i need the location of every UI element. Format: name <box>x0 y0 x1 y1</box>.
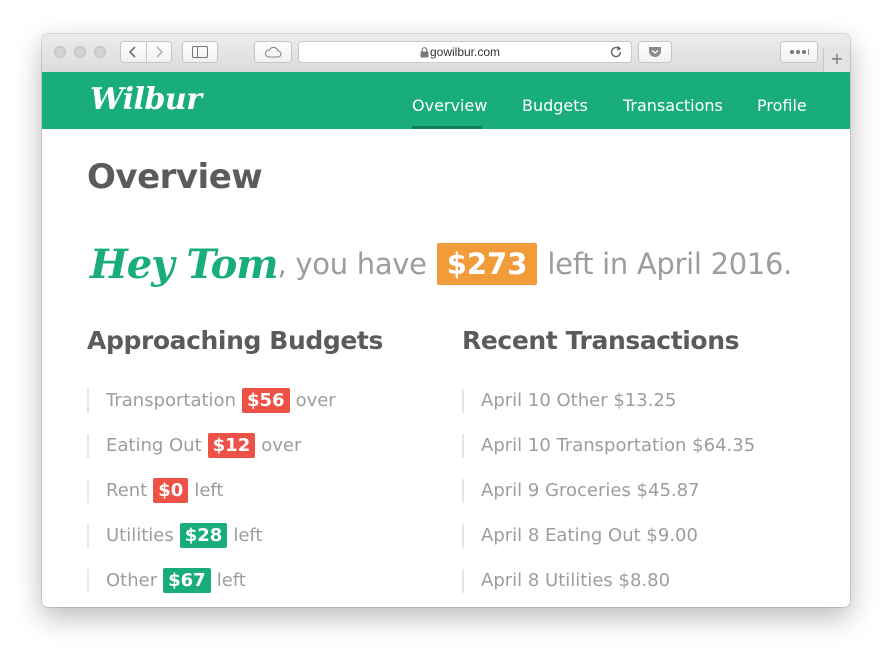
transaction-text: April 9 Groceries $45.87 <box>481 480 700 501</box>
budget-status: over <box>261 435 302 456</box>
url-text: gowilbur.com <box>429 45 501 59</box>
icloud-tabs-button[interactable] <box>254 41 292 63</box>
budget-status: left <box>233 525 263 546</box>
remaining-amount-badge: $273 <box>436 243 538 285</box>
budget-label: Rent <box>106 480 148 501</box>
list-rail <box>462 478 464 503</box>
address-bar[interactable]: gowilbur.com <box>298 41 632 63</box>
budget-item[interactable]: Other $67 left <box>87 558 336 603</box>
budget-status: over <box>295 390 336 411</box>
zoom-window-button[interactable] <box>94 46 106 58</box>
wilbur-logo[interactable]: Wilbur <box>90 82 202 117</box>
transaction-text: April 8 Eating Out $9.00 <box>481 525 698 546</box>
browser-window: gowilbur.com + Wilbur Overview Budgets T… <box>42 34 850 607</box>
transaction-item[interactable]: April 8 Utilities $8.80 <box>462 558 755 603</box>
sidebar-icon <box>192 46 208 58</box>
transaction-item[interactable]: April 10 Other $13.25 <box>462 378 755 423</box>
list-rail <box>87 388 89 413</box>
transactions-list: April 10 Other $13.25 April 10 Transport… <box>462 378 755 603</box>
transaction-text: April 10 Transportation $64.35 <box>481 435 756 456</box>
budget-status: left <box>194 480 224 501</box>
budget-amount-badge: $56 <box>241 388 290 413</box>
more-icon <box>790 49 809 55</box>
budget-item[interactable]: Utilities $28 left <box>87 513 336 558</box>
list-rail <box>87 478 89 503</box>
budget-item[interactable]: Transportation $56 over <box>87 378 336 423</box>
approaching-budgets-heading: Approaching Budgets <box>87 326 383 355</box>
minimize-window-button[interactable] <box>74 46 86 58</box>
list-rail <box>462 433 464 458</box>
transaction-item[interactable]: April 9 Groceries $45.87 <box>462 468 755 513</box>
list-rail <box>462 523 464 548</box>
back-button[interactable] <box>121 42 146 62</box>
list-rail <box>462 388 464 413</box>
transaction-item[interactable]: April 8 Eating Out $9.00 <box>462 513 755 558</box>
sidebar-toggle-button[interactable] <box>182 41 218 63</box>
extensions-button[interactable] <box>780 41 818 63</box>
list-rail <box>87 568 89 593</box>
budget-status: left <box>216 570 246 591</box>
pocket-button[interactable] <box>638 41 672 63</box>
nav-profile[interactable]: Profile <box>757 96 807 115</box>
budget-amount-badge: $67 <box>163 568 211 593</box>
new-tab-button[interactable]: + <box>823 48 850 72</box>
nav-transactions[interactable]: Transactions <box>623 96 723 115</box>
budget-label: Other <box>106 570 158 591</box>
cloud-icon <box>264 46 282 58</box>
chevron-right-icon <box>156 46 163 58</box>
greeting-name: Hey Tom <box>90 240 279 288</box>
forward-button[interactable] <box>145 42 172 62</box>
greeting: Hey Tom , you have $273 left in April 20… <box>90 234 792 294</box>
nav-overview[interactable]: Overview <box>412 96 487 115</box>
chevron-left-icon <box>129 46 136 58</box>
budgets-list: Transportation $56 over Eating Out $12 o… <box>87 378 336 603</box>
budget-amount-badge: $12 <box>207 433 256 458</box>
budget-label: Eating Out <box>106 435 202 456</box>
greeting-pre: , you have <box>277 247 427 281</box>
browser-toolbar: gowilbur.com + <box>42 34 850 73</box>
nav-budgets[interactable]: Budgets <box>522 96 588 115</box>
page-title: Overview <box>87 157 263 197</box>
transaction-text: April 10 Other $13.25 <box>481 390 677 411</box>
budget-amount-badge: $0 <box>153 478 189 503</box>
budget-item[interactable]: Rent $0 left <box>87 468 336 513</box>
pocket-icon <box>649 47 661 57</box>
history-buttons <box>120 41 172 63</box>
app-header: Wilbur Overview Budgets Transactions Pro… <box>42 72 850 129</box>
budget-amount-badge: $28 <box>179 523 228 548</box>
list-rail <box>87 433 89 458</box>
reload-icon[interactable] <box>609 45 623 59</box>
close-window-button[interactable] <box>54 46 66 58</box>
budget-item[interactable]: Eating Out $12 over <box>87 423 336 468</box>
list-rail <box>462 568 464 593</box>
transaction-item[interactable]: April 10 Transportation $64.35 <box>462 423 755 468</box>
transaction-text: April 8 Utilities $8.80 <box>481 570 671 591</box>
budget-label: Transportation <box>106 390 236 411</box>
active-nav-indicator <box>412 126 482 129</box>
list-rail <box>87 523 89 548</box>
budget-label: Utilities <box>106 525 174 546</box>
recent-transactions-heading: Recent Transactions <box>462 326 740 355</box>
greeting-post: left in April 2016. <box>547 247 793 281</box>
